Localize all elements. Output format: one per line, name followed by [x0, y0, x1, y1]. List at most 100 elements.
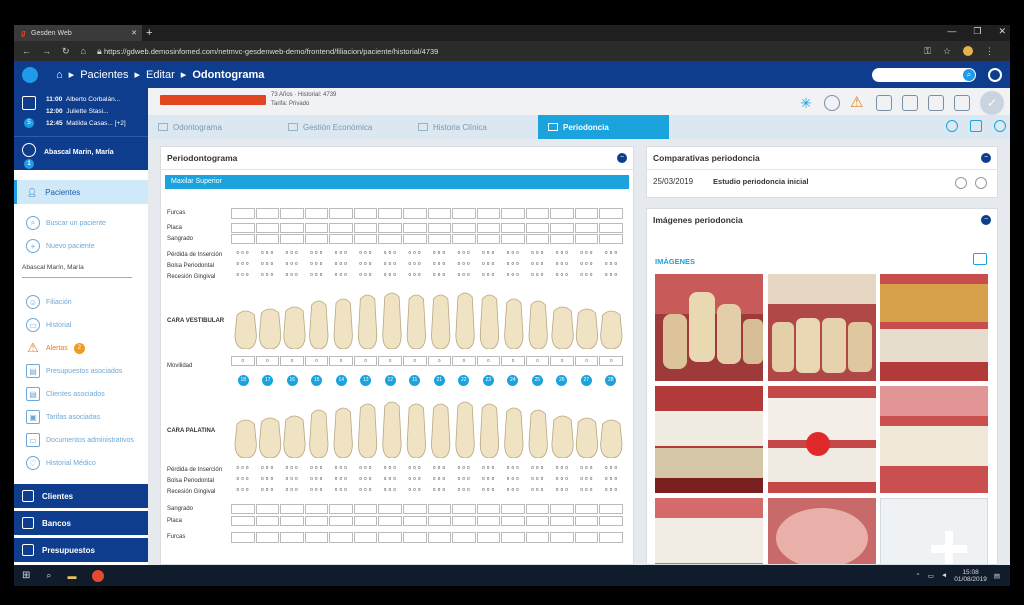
- perio-cell[interactable]: [476, 504, 501, 514]
- collapse-icon[interactable]: −: [981, 215, 991, 225]
- perio-cell[interactable]: 0 0 0: [575, 250, 599, 260]
- windows-start-icon[interactable]: ⊞: [22, 570, 30, 581]
- perio-cell[interactable]: [304, 234, 329, 244]
- perio-cell[interactable]: [574, 208, 599, 219]
- tooth-number[interactable]: 12: [384, 375, 396, 386]
- dental-photo[interactable]: [655, 274, 763, 381]
- mobility-cell[interactable]: 0: [599, 356, 623, 366]
- url-field[interactable]: https://gdweb.demosinfomed.com/netmvc-ge…: [104, 47, 438, 56]
- perio-cell[interactable]: [231, 208, 255, 219]
- perio-cell[interactable]: [574, 532, 599, 543]
- perio-cell[interactable]: [402, 532, 427, 543]
- perio-cell[interactable]: [550, 532, 574, 543]
- cancel-icon[interactable]: [975, 177, 987, 189]
- star-icon[interactable]: ☆: [943, 46, 951, 57]
- perio-cell[interactable]: 0 0 0: [305, 261, 329, 271]
- bolsa-grid-bottom[interactable]: 0 0 00 0 00 0 00 0 00 0 00 0 00 0 00 0 0…: [231, 476, 623, 486]
- dental-photo[interactable]: [880, 274, 988, 381]
- perio-cell[interactable]: 0 0 0: [305, 272, 329, 282]
- perio-cell[interactable]: 0 0 0: [305, 476, 329, 486]
- perio-cell[interactable]: 0 0 0: [231, 250, 255, 260]
- tooth[interactable]: [382, 292, 402, 349]
- forward-icon[interactable]: →: [42, 46, 51, 57]
- perio-cell[interactable]: [525, 223, 550, 233]
- add-circle-icon[interactable]: [946, 120, 958, 132]
- perio-cell[interactable]: 0 0 0: [403, 476, 427, 486]
- perio-cell[interactable]: 0 0 0: [501, 272, 525, 282]
- perio-cell[interactable]: [574, 223, 599, 233]
- perio-cell[interactable]: 0 0 0: [256, 465, 280, 475]
- perio-cell[interactable]: [452, 532, 476, 543]
- sangrado-grid-bottom[interactable]: [231, 504, 623, 514]
- perio-cell[interactable]: 0 0 0: [403, 465, 427, 475]
- mobility-cell[interactable]: 0: [402, 356, 427, 366]
- reload-icon[interactable]: ↻: [62, 46, 70, 57]
- perio-cell[interactable]: 0 0 0: [550, 261, 574, 271]
- furcas-grid-bottom[interactable]: [231, 532, 623, 543]
- home-icon[interactable]: ⌂: [81, 46, 86, 57]
- perio-cell[interactable]: [525, 532, 550, 543]
- perio-cell[interactable]: [427, 208, 452, 219]
- perio-cell[interactable]: 0 0 0: [231, 465, 255, 475]
- dental-photo[interactable]: [880, 386, 988, 493]
- restore-icon[interactable]: ❐: [973, 26, 981, 37]
- perio-cell[interactable]: 0 0 0: [526, 250, 550, 260]
- perio-cell[interactable]: [452, 208, 476, 219]
- furcas-grid-top[interactable]: [231, 208, 623, 219]
- perio-cell[interactable]: [353, 234, 378, 244]
- perio-cell[interactable]: 0 0 0: [354, 465, 378, 475]
- perio-cell[interactable]: [501, 504, 525, 514]
- perio-cell[interactable]: [525, 208, 550, 219]
- perio-cell[interactable]: 0 0 0: [501, 476, 525, 486]
- search-taskbar-icon[interactable]: ⌕: [46, 570, 51, 581]
- perio-cell[interactable]: [353, 208, 378, 219]
- perio-cell[interactable]: [304, 516, 329, 526]
- perio-cell[interactable]: 0 0 0: [378, 476, 402, 486]
- tooth-number[interactable]: 21: [433, 375, 445, 386]
- dental-photo[interactable]: [655, 498, 763, 565]
- tooth[interactable]: [234, 419, 257, 458]
- perio-cell[interactable]: 0 0 0: [526, 487, 550, 497]
- perio-cell[interactable]: [231, 234, 255, 244]
- perio-cell[interactable]: [525, 516, 550, 526]
- tooth[interactable]: [283, 306, 306, 349]
- sidebar-item-nuevo[interactable]: + Nuevo paciente: [26, 239, 95, 253]
- perio-cell[interactable]: [550, 208, 574, 219]
- collapse-icon[interactable]: −: [617, 153, 627, 163]
- perio-cell[interactable]: [255, 234, 280, 244]
- perio-cell[interactable]: 0 0 0: [575, 272, 599, 282]
- nav-presupuestos[interactable]: Presupuestos: [14, 538, 148, 562]
- tooth-number[interactable]: 17: [262, 375, 274, 386]
- perio-cell[interactable]: [476, 516, 501, 526]
- perio-cell[interactable]: 0 0 0: [280, 261, 304, 271]
- perio-cell[interactable]: [599, 532, 623, 543]
- tooth[interactable]: [431, 294, 451, 349]
- perio-cell[interactable]: 0 0 0: [452, 465, 476, 475]
- mobility-cell[interactable]: 0: [353, 356, 378, 366]
- perio-cell[interactable]: 0 0 0: [256, 272, 280, 282]
- loading-icon[interactable]: ✳: [798, 95, 814, 111]
- tooth[interactable]: [357, 294, 378, 349]
- perio-cell[interactable]: [280, 504, 304, 514]
- tooth[interactable]: [333, 407, 353, 458]
- tooth[interactable]: [600, 419, 623, 458]
- tooth[interactable]: [309, 300, 329, 349]
- explorer-icon[interactable]: ▬: [67, 571, 76, 581]
- key-icon[interactable]: ⚿: [924, 46, 931, 57]
- tooth[interactable]: [551, 306, 574, 349]
- perio-cell[interactable]: 0 0 0: [305, 487, 329, 497]
- image-icon[interactable]: [928, 95, 944, 111]
- current-patient[interactable]: 1 Abascal Marin, María: [14, 136, 148, 170]
- back-icon[interactable]: ←: [22, 46, 31, 57]
- search-icon[interactable]: ⌕: [963, 68, 975, 81]
- perio-cell[interactable]: 0 0 0: [403, 272, 427, 282]
- perio-cell[interactable]: 0 0 0: [354, 487, 378, 497]
- perio-cell[interactable]: [280, 223, 304, 233]
- perio-cell[interactable]: 0 0 0: [378, 465, 402, 475]
- perio-cell[interactable]: 0 0 0: [599, 261, 623, 271]
- breadcrumb-editar[interactable]: Editar: [146, 69, 175, 81]
- perio-cell[interactable]: 0 0 0: [550, 476, 574, 486]
- perio-cell[interactable]: [378, 208, 402, 219]
- patient-alert-bar[interactable]: [160, 95, 266, 105]
- perio-cell[interactable]: [402, 208, 427, 219]
